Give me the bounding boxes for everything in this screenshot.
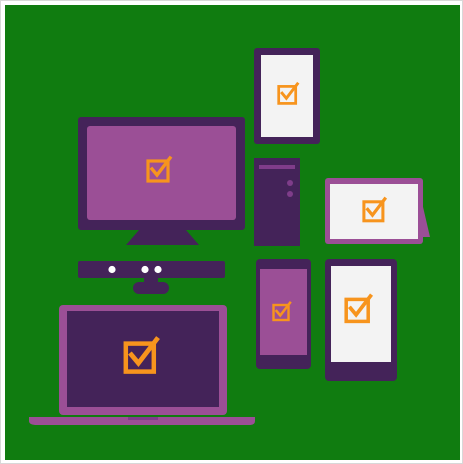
- devices-tile: [5, 5, 460, 460]
- desktop-tower: [254, 158, 300, 246]
- laptop: [29, 305, 255, 425]
- image-frame: [0, 0, 463, 464]
- tablet-portrait: [254, 48, 320, 144]
- desktop-monitor: [78, 117, 245, 245]
- tablet-small: [325, 259, 397, 381]
- devices-illustration: [5, 5, 460, 460]
- phone: [256, 259, 311, 369]
- tablet-landscape: [325, 178, 430, 244]
